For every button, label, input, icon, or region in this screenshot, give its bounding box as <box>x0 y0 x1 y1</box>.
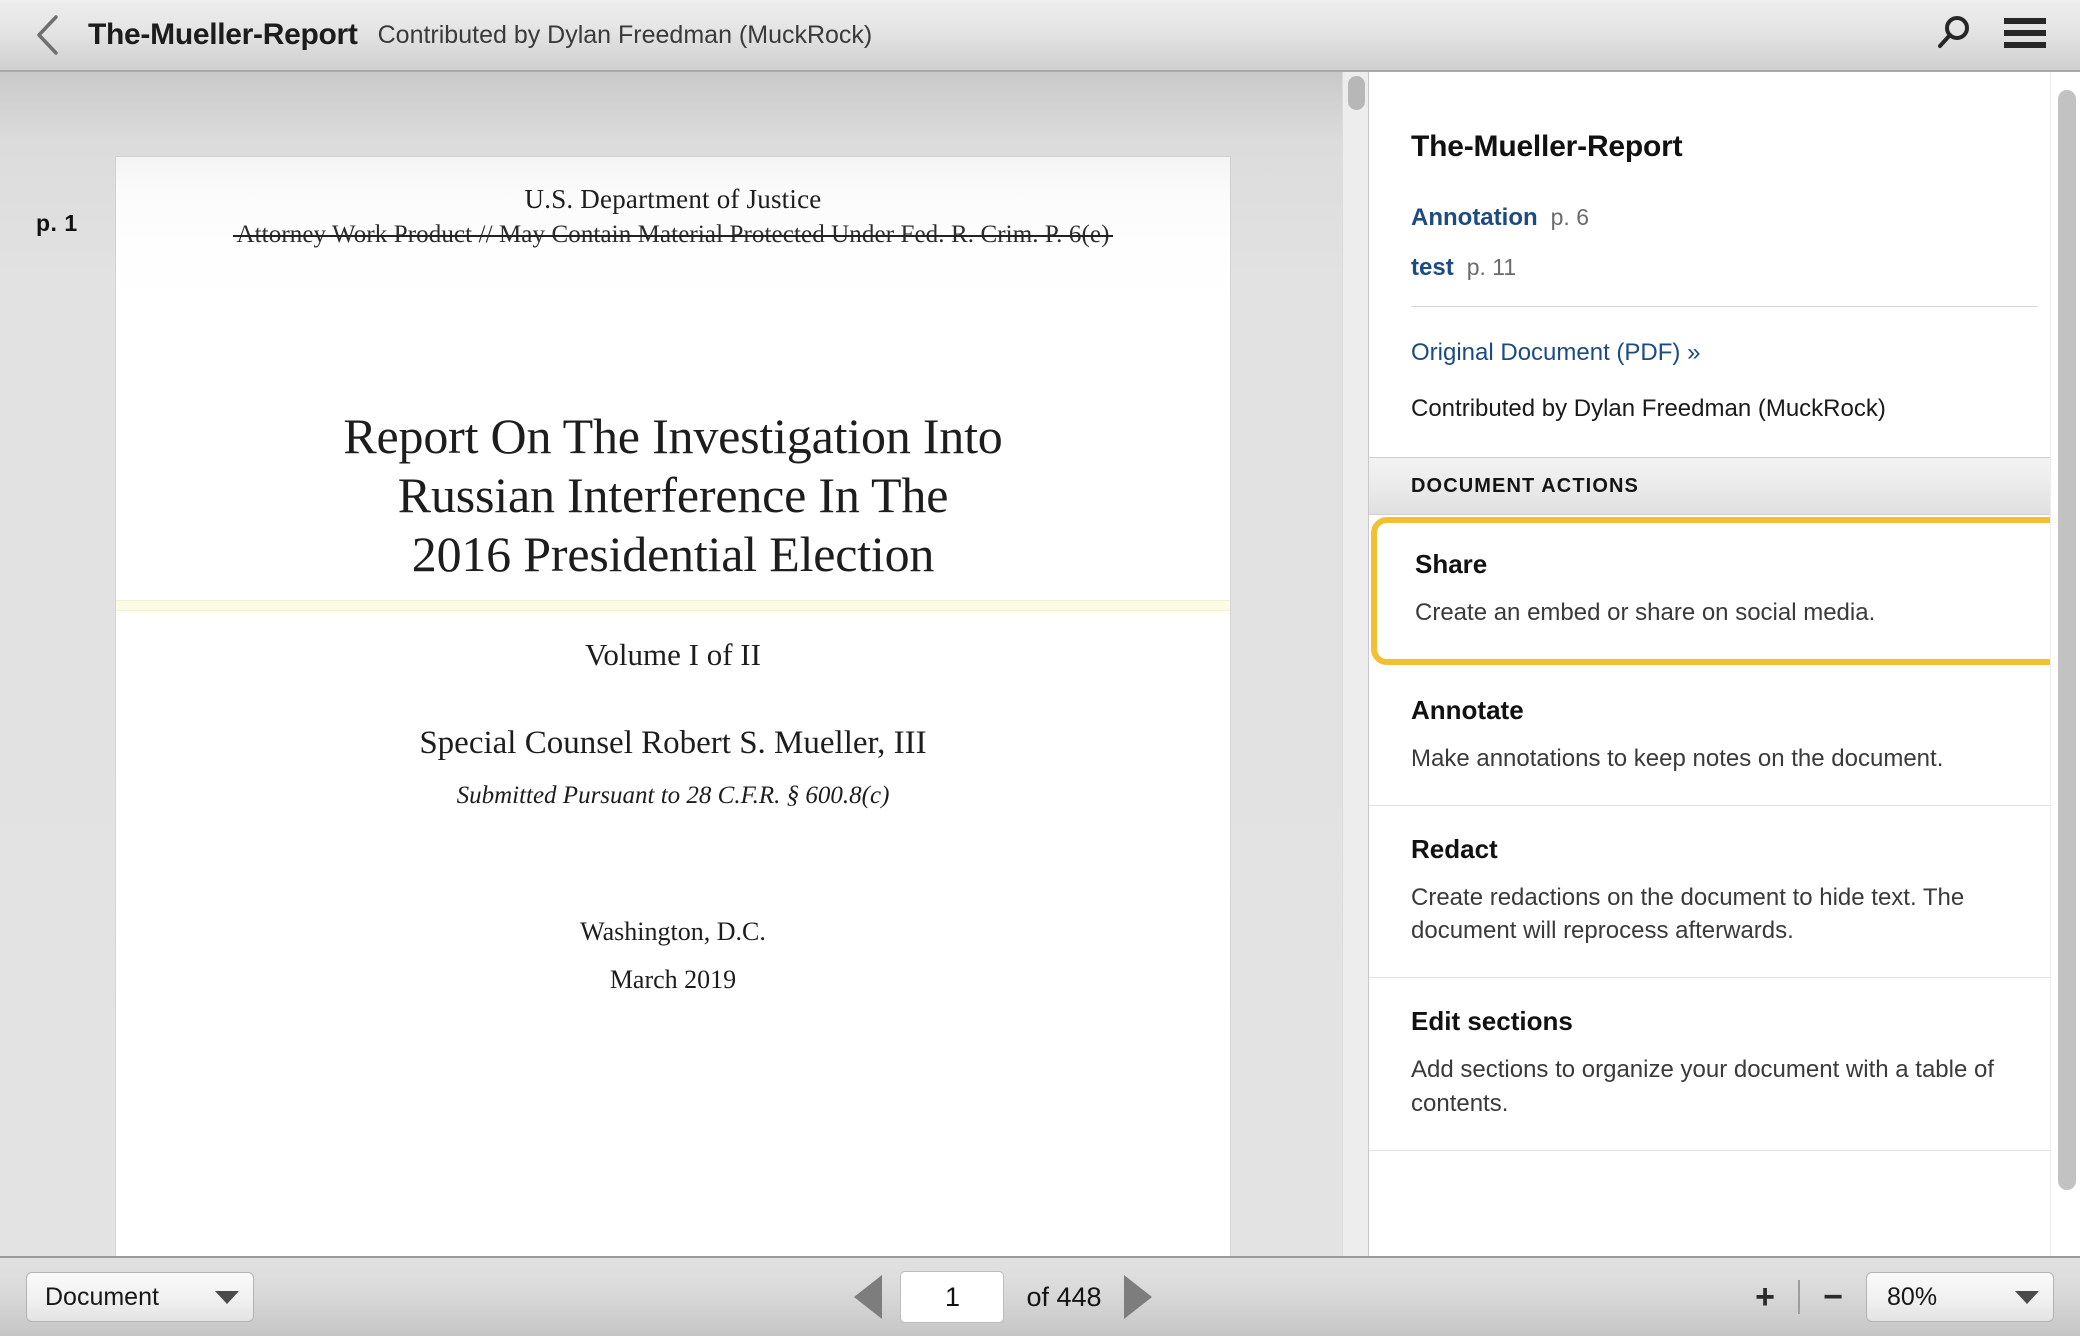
annotation-highlight-band <box>116 600 1230 611</box>
action-description: Make annotations to keep notes on the do… <box>1411 745 1944 773</box>
next-page-button[interactable] <box>1123 1275 1152 1319</box>
doc-city-line: Washington, D.C. <box>580 917 766 946</box>
action-title: Annotate <box>1411 695 1524 726</box>
doc-department-line: U.S. Department of Justice <box>524 184 822 214</box>
doc-submitted-line: Submitted Pursuant to 28 C.F.R. § 600.8(… <box>456 782 890 809</box>
action-title: Share <box>1415 549 1488 579</box>
action-description: Create redactions on the document to hid… <box>1411 884 1965 945</box>
zoom-level-label: 80% <box>1887 1282 1938 1311</box>
action-item-edit-sections[interactable]: Edit sections Add sections to organize y… <box>1369 978 2080 1151</box>
doc-title-line-1: Report On The Investigation Into <box>343 408 1003 464</box>
list-item[interactable]: Annotation p. 6 <box>1411 204 2038 232</box>
action-title: Redact <box>1411 834 1498 865</box>
sidebar-scrollbar[interactable] <box>2050 72 2080 1256</box>
header-contributor: Contributed by Dylan Freedman (MuckRock) <box>377 20 873 49</box>
previous-page-button[interactable] <box>854 1275 883 1319</box>
doc-title-line-3: 2016 Presidential Election <box>411 526 935 582</box>
action-item-annotate[interactable]: Annotate Make annotations to keep notes … <box>1369 667 2080 807</box>
doc-counsel-line: Special Counsel Robert S. Mueller, III <box>419 725 927 761</box>
right-sidebar: The-Mueller-Report Annotation p. 6 test p.… <box>1368 72 2080 1256</box>
view-mode-label: Document <box>45 1282 159 1311</box>
zoom-out-button[interactable]: − <box>1820 1280 1846 1314</box>
back-button[interactable] <box>22 9 74 61</box>
doc-stamp-text: Attorney Work Product // May Contain Mat… <box>233 221 1113 248</box>
page-number-label: p. 1 <box>36 210 78 236</box>
zoom-controls: + − 80% <box>1752 1272 2055 1322</box>
zoom-separator <box>1798 1280 1801 1314</box>
doc-volume-line: Volume I of II <box>585 637 761 672</box>
bottom-toolbar: Document 1 of 448 + − 80% <box>0 1256 2080 1336</box>
sidebar-divider <box>1411 306 2038 307</box>
chevron-left-icon <box>33 13 63 57</box>
page-navigation: 1 of 448 <box>854 1271 1152 1323</box>
chevron-down-icon <box>215 1290 239 1304</box>
sidebar-notes-list: Annotation p. 6 test p. 11 <box>1411 204 2038 282</box>
action-item-redact[interactable]: Redact Create redactions on the document… <box>1369 806 2080 979</box>
chevron-down-icon <box>2015 1290 2040 1304</box>
sidebar-info-block: The-Mueller-Report Annotation p. 6 test p.… <box>1369 72 2080 423</box>
pdf-page-1[interactable]: U.S. Department of Justice Attorney Work… <box>116 157 1230 1256</box>
viewer-scrollbar[interactable] <box>1342 72 1368 1256</box>
menu-button[interactable] <box>1996 6 2054 64</box>
search-button[interactable] <box>1924 6 1982 64</box>
doc-date-line: March 2019 <box>609 965 737 994</box>
zoom-in-button[interactable]: + <box>1752 1280 1778 1314</box>
action-item-share[interactable]: Share Create an embed or share on social… <box>1371 517 2074 666</box>
page-total-label: of 448 <box>1026 1281 1102 1312</box>
viewer-scrollbar-thumb[interactable] <box>1348 76 1365 110</box>
action-description: Create an embed or share on social media… <box>1415 599 1876 626</box>
note-page: p. 11 <box>1466 254 1517 280</box>
documentcloud-viewer: The-Mueller-Report Contributed by Dylan … <box>0 0 2080 1336</box>
hamburger-menu-icon <box>2004 17 2046 54</box>
list-item[interactable]: test p. 11 <box>1411 254 2038 282</box>
note-title: test <box>1411 254 1454 281</box>
action-title: Edit sections <box>1411 1006 1573 1037</box>
document-actions-heading: DOCUMENT ACTIONS <box>1369 457 2080 515</box>
doc-main-title: Report On The Investigation Into Russian… <box>116 407 1230 584</box>
document-viewer-pane[interactable]: p. 1 U.S. Department of Justice Attorney… <box>0 72 1368 1256</box>
sidebar-document-title: The-Mueller-Report <box>1411 130 1683 163</box>
doc-strikethrough-stamp: Attorney Work Product // May Contain Mat… <box>116 221 1230 249</box>
action-description: Add sections to organize your document w… <box>1411 1056 1995 1117</box>
page-title: The-Mueller-Report <box>88 18 358 51</box>
top-header-bar: The-Mueller-Report Contributed by Dylan … <box>0 0 2080 72</box>
view-mode-select[interactable]: Document <box>26 1272 254 1322</box>
zoom-level-select[interactable]: 80% <box>1866 1272 2055 1322</box>
sidebar-scrollbar-thumb[interactable] <box>2058 90 2076 1190</box>
doc-title-line-2: Russian Interference In The <box>397 467 949 523</box>
note-page: p. 6 <box>1550 204 1590 230</box>
sidebar-contributor: Contributed by Dylan Freedman (MuckRock) <box>1411 395 1886 422</box>
page-number-input[interactable]: 1 <box>900 1271 1005 1323</box>
note-title: Annotation <box>1411 204 1538 231</box>
original-document-link[interactable]: Original Document (PDF) » <box>1411 339 2038 367</box>
main-content-area: p. 1 U.S. Department of Justice Attorney… <box>0 72 2080 1256</box>
search-icon <box>1933 13 1973 58</box>
